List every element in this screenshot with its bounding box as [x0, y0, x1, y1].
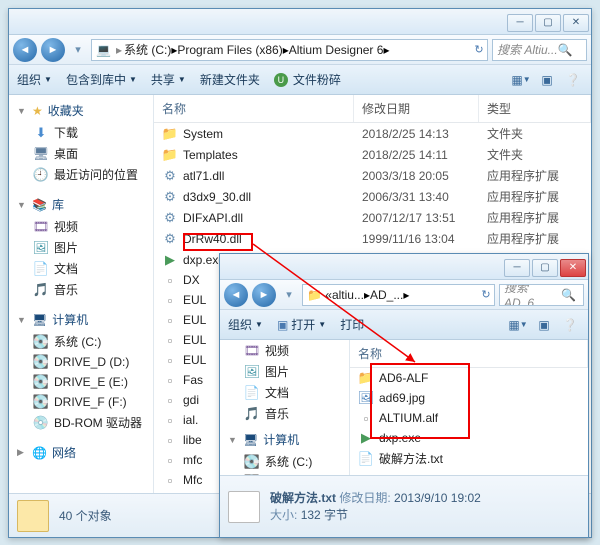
breadcrumb[interactable]: 💻 ▸ 系统 (C:)▸ Program Files (x86)▸ Altium… — [91, 39, 488, 61]
search-input[interactable]: 搜索 AD_6...🔍 — [499, 284, 584, 306]
preview-pane-button[interactable]: ▣ — [534, 315, 554, 335]
sidebar-item[interactable]: 🖼图片 — [220, 361, 349, 382]
breadcrumb[interactable]: 📁 « altiu...▸ AD_...▸ — [302, 284, 495, 306]
statusbar: 破解方法.txt 修改日期: 2013/9/10 19:02 大小: 132 字… — [220, 475, 588, 537]
back-button[interactable]: ◄ — [224, 283, 248, 307]
highlight-dxp — [183, 233, 253, 251]
search-icon: 🔍 — [561, 288, 576, 302]
item-count: 40 个对象 — [59, 507, 112, 524]
history-dropdown[interactable]: ▾ — [280, 283, 298, 307]
sidebar-item[interactable]: ⬇下载 — [9, 122, 153, 143]
sidebar-item[interactable]: 💽系统 (C:) — [220, 451, 349, 472]
close-button[interactable]: ✕ — [560, 259, 586, 277]
file-icon — [228, 491, 260, 523]
search-icon: 🔍 — [558, 43, 573, 57]
sidebar-item[interactable]: 🖼图片 — [9, 237, 153, 258]
sidebar-item[interactable]: 📄文档 — [220, 382, 349, 403]
organize-menu[interactable]: 组织▼ — [228, 316, 263, 333]
include-menu[interactable]: 包含到库中▼ — [66, 71, 137, 88]
sidebar-item[interactable]: 🕘最近访问的位置 — [9, 164, 153, 185]
sidebar-item[interactable]: 🎵音乐 — [220, 403, 349, 424]
libraries-header[interactable]: ▼📚库 — [9, 193, 153, 216]
table-row[interactable]: ⚙atl71.dll2003/3/18 20:05应用程序扩展 — [154, 165, 591, 186]
table-row[interactable]: 📄破解方法.txt — [350, 448, 588, 469]
help-button[interactable]: ❔ — [560, 315, 580, 335]
sidebar: ▼★收藏夹 ⬇下载🖥桌面🕘最近访问的位置 ▼📚库 🎞视频🖼图片📄文档🎵音乐 ▼🖥… — [9, 95, 154, 493]
sidebar-item[interactable]: 💽DRIVE_D (D:) — [9, 352, 153, 372]
network-header[interactable]: ▶🌐网络 — [9, 441, 153, 464]
col-date[interactable]: 修改日期 — [354, 95, 479, 122]
table-row[interactable]: 📁System2018/2/25 14:13文件夹 — [154, 123, 591, 144]
computer-header[interactable]: ▼🖥计算机 — [220, 428, 349, 451]
computer-header[interactable]: ▼🖥计算机 — [9, 308, 153, 331]
sidebar-item[interactable]: 🎞视频 — [220, 340, 349, 361]
help-button[interactable]: ❔ — [563, 70, 583, 90]
table-row[interactable]: 📁Templates2018/2/25 14:11文件夹 — [154, 144, 591, 165]
close-button[interactable]: ✕ — [563, 14, 589, 32]
organize-menu[interactable]: 组织▼ — [17, 71, 52, 88]
table-row[interactable]: ⚙DIFxAPI.dll2007/12/17 13:51应用程序扩展 — [154, 207, 591, 228]
view-menu[interactable]: ▦▼ — [508, 315, 528, 335]
sidebar-item[interactable]: 🎵音乐 — [9, 279, 153, 300]
col-name[interactable]: 名称 — [154, 95, 354, 122]
print-button[interactable]: 打印 — [340, 316, 364, 333]
sidebar-item[interactable]: 📄文档 — [9, 258, 153, 279]
titlebar: ─ ▢ ✕ — [220, 254, 588, 280]
sidebar: 🎞视频🖼图片📄文档🎵音乐 ▼🖥计算机 💽系统 (C:)💽DRIVE_D (D:) — [220, 340, 350, 475]
sidebar-item[interactable]: 🎞视频 — [9, 216, 153, 237]
forward-button[interactable]: ► — [41, 38, 65, 62]
sidebar-item[interactable]: 💿BD-ROM 驱动器 — [9, 412, 153, 433]
favorites-header[interactable]: ▼★收藏夹 — [9, 99, 153, 122]
search-input[interactable]: 搜索 Altiu...🔍 — [492, 39, 587, 61]
sidebar-item[interactable]: 🖥桌面 — [9, 143, 153, 164]
minimize-button[interactable]: ─ — [504, 259, 530, 277]
maximize-button[interactable]: ▢ — [532, 259, 558, 277]
sidebar-item[interactable]: 💽系统 (C:) — [9, 331, 153, 352]
sidebar-item[interactable]: 💽DRIVE_D (D:) — [220, 472, 349, 475]
preview-pane-button[interactable]: ▣ — [537, 70, 557, 90]
maximize-button[interactable]: ▢ — [535, 14, 561, 32]
fileshred-button[interactable]: U文件粉碎 — [274, 71, 341, 88]
highlight-files — [370, 363, 470, 439]
forward-button[interactable]: ► — [252, 283, 276, 307]
refresh-button[interactable]: ↻ — [477, 283, 495, 307]
history-dropdown[interactable]: ▾ — [69, 38, 87, 62]
sidebar-item[interactable]: 💽DRIVE_E (E:) — [9, 372, 153, 392]
back-button[interactable]: ◄ — [13, 38, 37, 62]
view-menu[interactable]: ▦▼ — [511, 70, 531, 90]
minimize-button[interactable]: ─ — [507, 14, 533, 32]
open-menu[interactable]: ▣打开▼ — [277, 316, 326, 333]
col-type[interactable]: 类型 — [479, 95, 591, 122]
titlebar: ─ ▢ ✕ — [9, 9, 591, 35]
sidebar-item[interactable]: 💽DRIVE_F (F:) — [9, 392, 153, 412]
folder-icon — [17, 500, 49, 532]
newfolder-button[interactable]: 新建文件夹 — [200, 71, 260, 88]
table-row[interactable]: ⚙d3dx9_30.dll2006/3/31 13:40应用程序扩展 — [154, 186, 591, 207]
refresh-button[interactable]: ↻ — [470, 38, 488, 62]
share-menu[interactable]: 共享▼ — [151, 71, 186, 88]
